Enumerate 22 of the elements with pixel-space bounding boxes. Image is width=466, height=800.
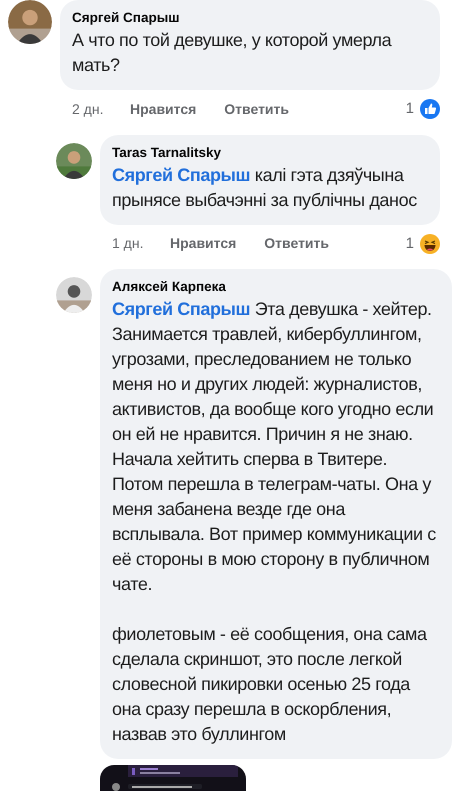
comment-text: Сяргей Спарыш Эта девушка - хейтер. Занимается травлей, кибербуллингом, угрозами, преследованием не только меня но и других людей: журналистов, активистов, да вообще кого угодно если он ей не нравится. Причин я не знаю. Начала хейтить сперва в Твитере. Потом перешла в телеграм-чаты. Она у меня забанена везде где она всплывала. Вот пример коммуникации с её стороны в мою сторону в публичном чате. <box>112 298 437 596</box>
laughing-emoji-icon <box>420 234 440 254</box>
avatar[interactable] <box>8 0 52 44</box>
mention-link[interactable]: Сяргей Спарыш <box>112 299 250 319</box>
author-name[interactable]: Taras Tarnalitsky <box>112 142 428 162</box>
avatar[interactable] <box>56 277 92 313</box>
timestamp[interactable]: 2 дн. <box>72 98 130 120</box>
like-button[interactable]: Нравится <box>130 98 196 120</box>
avatar[interactable] <box>56 142 92 178</box>
comment-text: А что по той девушке, у которой умерла мать? <box>72 29 393 77</box>
reply-button[interactable]: Ответить <box>224 98 289 120</box>
author-name[interactable]: Аляксей Карпека <box>112 277 440 297</box>
reply-button[interactable]: Ответить <box>264 233 329 254</box>
reaction-count: 1 <box>406 99 414 119</box>
like-icon <box>420 99 440 120</box>
mention-link[interactable]: Сяргей Спарыш <box>112 164 250 184</box>
timestamp[interactable]: 1 дн. <box>112 233 170 254</box>
comment-text: Сяргей Спарыш калі гэта дзяўчына прынясе выбачэнні за публічны данос <box>112 164 418 212</box>
comment-text: фиолетовым - её сообщения, она сама сделала скриншот, это после легкой словесной пикировки осенью 25 года она сразу перешла в оскорбления, назвав это буллингом <box>112 623 428 746</box>
like-button[interactable]: Нравится <box>170 233 236 254</box>
author-name[interactable]: Сяргей Спарыш <box>72 8 428 28</box>
reaction-count: 1 <box>406 234 414 254</box>
